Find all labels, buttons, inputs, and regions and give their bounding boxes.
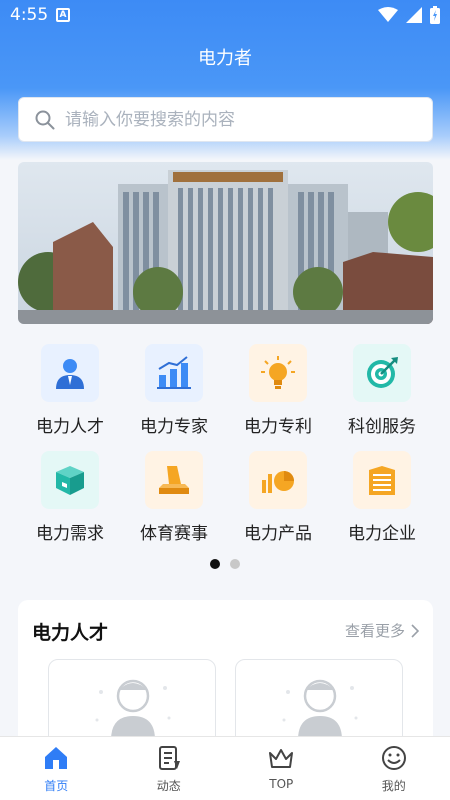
category-patents[interactable]: 电力专利 [226, 344, 330, 437]
category-enterprises[interactable]: 电力企业 [330, 451, 434, 544]
box-icon [41, 451, 99, 509]
tab-top[interactable]: TOP [225, 737, 338, 800]
search-input[interactable] [65, 109, 405, 130]
page-title: 电力者 [198, 48, 252, 69]
category-products[interactable]: 电力产品 [226, 451, 330, 544]
target-icon [353, 344, 411, 402]
page-dot-active[interactable] [210, 559, 220, 569]
signal-icon [406, 7, 422, 23]
chevron-right-icon [411, 623, 419, 638]
person-icon [41, 344, 99, 402]
building-icon [353, 451, 411, 509]
search-bar[interactable] [18, 97, 433, 142]
page-dot[interactable] [230, 559, 240, 569]
battery-icon [430, 6, 440, 24]
pie-chart-icon [249, 451, 307, 509]
crown-icon [269, 749, 294, 768]
document-icon [158, 746, 180, 770]
smile-icon [381, 746, 406, 770]
category-talent[interactable]: 电力人才 [18, 344, 122, 437]
section-title: 电力人才 [32, 622, 109, 644]
status-bar: 4:55 A [0, 0, 450, 32]
status-time: 4:55 [10, 5, 49, 25]
category-experts[interactable]: 电力专家 [122, 344, 226, 437]
bar-chart-icon [145, 344, 203, 402]
category-label: 电力专家 [140, 417, 208, 437]
page-indicator [0, 559, 450, 569]
sports-icon [145, 451, 203, 509]
category-label: 电力需求 [36, 524, 104, 544]
category-innovation[interactable]: 科创服务 [330, 344, 434, 437]
bottom-tab-bar: 首页 动态 TOP 我的 [0, 736, 450, 800]
status-icons [378, 6, 440, 24]
view-more-label: 查看更多 [344, 622, 405, 640]
category-label: 电力企业 [348, 524, 416, 544]
banner-image[interactable] [18, 162, 433, 324]
building-photo [18, 162, 433, 324]
search-icon [35, 110, 55, 129]
tab-home[interactable]: 首页 [0, 737, 113, 800]
category-label: 电力产品 [244, 524, 312, 544]
home-icon [45, 747, 68, 769]
lightbulb-icon [249, 344, 307, 402]
wifi-icon [378, 7, 398, 22]
tab-label: 首页 [44, 779, 69, 793]
category-sports[interactable]: 体育赛事 [122, 451, 226, 544]
tab-mine[interactable]: 我的 [338, 737, 450, 800]
notification-icon: A [56, 8, 70, 22]
tab-feed[interactable]: 动态 [113, 737, 226, 800]
tab-label: 我的 [381, 779, 406, 793]
tab-label: 动态 [156, 779, 181, 793]
view-more-link[interactable]: 查看更多 [345, 620, 419, 641]
category-demand[interactable]: 电力需求 [18, 451, 122, 544]
category-label: 电力专利 [244, 417, 312, 437]
category-label: 体育赛事 [140, 524, 208, 544]
tab-label: TOP [269, 777, 294, 791]
category-label: 科创服务 [348, 417, 416, 437]
category-label: 电力人才 [36, 417, 104, 437]
